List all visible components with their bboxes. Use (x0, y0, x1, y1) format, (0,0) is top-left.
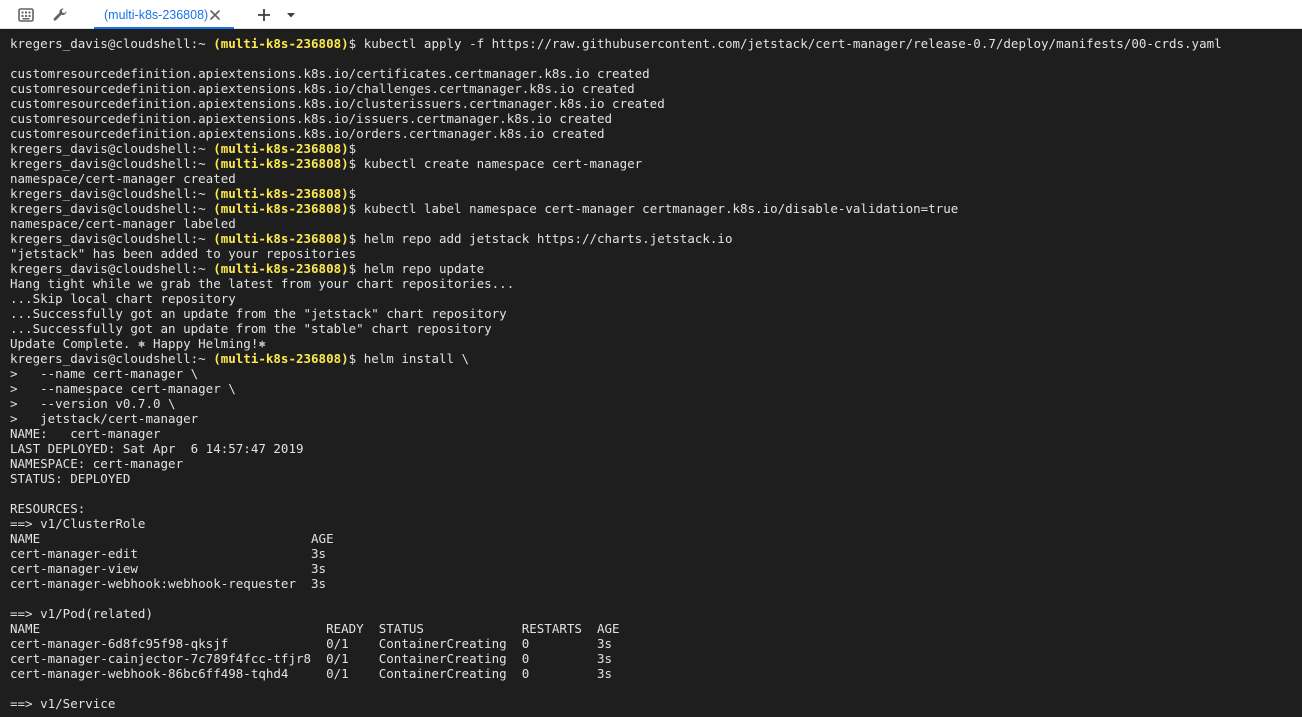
close-icon[interactable] (208, 8, 222, 22)
terminal-output-line: cert-manager-6d8fc95f98-qksjf 0/1 Contai… (10, 636, 613, 651)
prompt-project: (multi-k8s-236808) (213, 261, 349, 276)
prompt-command: $ kubectl apply -f https://raw.githubuse… (348, 36, 1222, 51)
prompt-user-host: kregers_davis@cloudshell:~ (10, 351, 214, 366)
prompt-user-host: kregers_davis@cloudshell:~ (10, 156, 214, 171)
terminal-prompt-line: kregers_davis@cloudshell:~ (multi-k8s-23… (10, 261, 1302, 276)
terminal-output-line: ==> v1/ClusterRole (10, 516, 146, 531)
prompt-project: (multi-k8s-236808) (213, 201, 349, 216)
terminal-output-line: NAME READY STATUS RESTARTS AGE (10, 621, 620, 636)
terminal-output-line: cert-manager-edit 3s (10, 546, 327, 561)
keyboard-icon[interactable] (16, 5, 36, 25)
prompt-command: $ (348, 141, 357, 156)
terminal-output-line: NAME AGE (10, 531, 334, 546)
terminal-output-line: ==> v1/Service (10, 696, 116, 711)
terminal-prompt-line: kregers_davis@cloudshell:~ (multi-k8s-23… (10, 186, 1302, 201)
prompt-user-host: kregers_davis@cloudshell:~ (10, 231, 214, 246)
terminal-output-line: NAME: cert-manager (10, 426, 161, 441)
prompt-command: $ helm repo update (348, 261, 485, 276)
tab-multi-k8s[interactable]: (multi-k8s-236808) (94, 0, 234, 29)
terminal-output-line: NAMESPACE: cert-manager (10, 456, 184, 471)
terminal-output-line: > --name cert-manager \ (10, 366, 199, 381)
terminal-prompt-line: kregers_davis@cloudshell:~ (multi-k8s-23… (10, 36, 1302, 51)
terminal-output-line: cert-manager-cainjector-7c789f4fcc-tfjr8… (10, 651, 613, 666)
terminal-output-line: Update Complete. ⎈ Happy Helming!⎈ (10, 336, 266, 351)
prompt-project: (multi-k8s-236808) (213, 141, 349, 156)
terminal-output-line: cert-manager-view 3s (10, 561, 327, 576)
terminal-prompt-line: kregers_davis@cloudshell:~ (multi-k8s-23… (10, 141, 1302, 156)
prompt-project: (multi-k8s-236808) (213, 186, 349, 201)
prompt-user-host: kregers_davis@cloudshell:~ (10, 261, 214, 276)
terminal-prompt-line: kregers_davis@cloudshell:~ (multi-k8s-23… (10, 156, 1302, 171)
prompt-user-host: kregers_davis@cloudshell:~ (10, 201, 214, 216)
wrench-icon[interactable] (50, 5, 70, 25)
terminal-output-line: ==> v1/Pod(related) (10, 606, 153, 621)
prompt-project: (multi-k8s-236808) (213, 231, 349, 246)
terminal-output-line: "jetstack" has been added to your reposi… (10, 246, 357, 261)
caret-down-icon[interactable] (281, 5, 301, 25)
prompt-command: $ kubectl create namespace cert-manager (348, 156, 643, 171)
terminal-output-line: customresourcedefinition.apiextensions.k… (10, 66, 650, 81)
terminal-output-line: ...Successfully got an update from the "… (10, 306, 507, 321)
prompt-project: (multi-k8s-236808) (213, 36, 349, 51)
prompt-user-host: kregers_davis@cloudshell:~ (10, 141, 214, 156)
terminal-output-line: namespace/cert-manager created (10, 171, 236, 186)
terminal-output-line: ...Skip local chart repository (10, 291, 236, 306)
terminal-output-line: customresourcedefinition.apiextensions.k… (10, 111, 613, 126)
prompt-project: (multi-k8s-236808) (213, 156, 349, 171)
prompt-user-host: kregers_davis@cloudshell:~ (10, 36, 214, 51)
terminal-output-line: customresourcedefinition.apiextensions.k… (10, 81, 635, 96)
terminal-output-line: customresourcedefinition.apiextensions.k… (10, 126, 605, 141)
terminal-output-line: > jetstack/cert-manager (10, 411, 199, 426)
terminal-output-line: cert-manager-webhook:webhook-requester 3… (10, 576, 327, 591)
prompt-command: $ (348, 186, 357, 201)
terminal-output-line: ...Successfully got an update from the "… (10, 321, 492, 336)
terminal-output-line: RESOURCES: (10, 501, 86, 516)
terminal-prompt-line: kregers_davis@cloudshell:~ (multi-k8s-23… (10, 351, 1302, 366)
terminal-output[interactable]: kregers_davis@cloudshell:~ (multi-k8s-23… (0, 29, 1302, 717)
terminal-prompt-line: kregers_davis@cloudshell:~ (multi-k8s-23… (10, 201, 1302, 216)
prompt-command: $ helm repo add jetstack https://charts.… (348, 231, 733, 246)
terminal-prompt-line: kregers_davis@cloudshell:~ (multi-k8s-23… (10, 231, 1302, 246)
terminal-output-line: STATUS: DEPLOYED (10, 471, 131, 486)
terminal-output-line: cert-manager-webhook-86bc6ff498-tqhd4 0/… (10, 666, 613, 681)
plus-icon[interactable] (254, 5, 274, 25)
terminal-output-line: > --namespace cert-manager \ (10, 381, 236, 396)
tab-label: (multi-k8s-236808) (104, 8, 209, 22)
prompt-project: (multi-k8s-236808) (213, 351, 349, 366)
terminal-output-line: Hang tight while we grab the latest from… (10, 276, 515, 291)
terminal-output-line: > --version v0.7.0 \ (10, 396, 176, 411)
prompt-command: $ kubectl label namespace cert-manager c… (348, 201, 959, 216)
cloud-shell-toolbar: (multi-k8s-236808) (0, 0, 1302, 29)
terminal-output-line: LAST DEPLOYED: Sat Apr 6 14:57:47 2019 (10, 441, 304, 456)
prompt-user-host: kregers_davis@cloudshell:~ (10, 186, 214, 201)
prompt-command: $ helm install \ (348, 351, 470, 366)
terminal-output-line: namespace/cert-manager labeled (10, 216, 236, 231)
terminal-output-line: customresourcedefinition.apiextensions.k… (10, 96, 665, 111)
